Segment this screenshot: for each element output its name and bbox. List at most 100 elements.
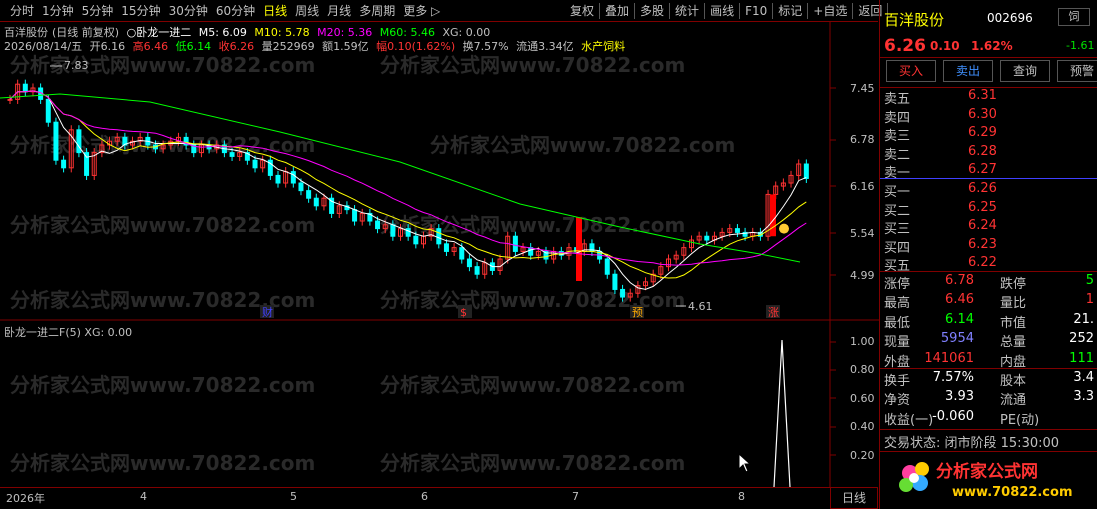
event-marker: $ xyxy=(460,306,467,319)
limit-up-candle xyxy=(770,194,776,237)
subchart-title: 卧龙一进二F(5) XG: 0.00 xyxy=(4,326,133,339)
stat-value: 141061 xyxy=(924,350,974,366)
period-3[interactable]: 15分钟 xyxy=(117,3,164,19)
period-7[interactable]: 周线 xyxy=(291,3,323,19)
action-button-0[interactable]: 买入 xyxy=(886,60,936,82)
candle xyxy=(528,247,534,256)
candle xyxy=(512,235,518,252)
order-level-label: 卖四 xyxy=(884,110,911,126)
candle xyxy=(298,182,304,192)
stat-value: 3.93 xyxy=(945,389,974,405)
stat-value: 6.46 xyxy=(945,292,974,308)
order-level-price: 6.31 xyxy=(968,88,997,103)
tool-6[interactable]: 标记 xyxy=(773,3,809,19)
month-label: 5 xyxy=(290,490,297,503)
period-8[interactable]: 月线 xyxy=(323,3,355,19)
quote-stat-row: 涨停 6.78 跌停 5 xyxy=(884,273,1094,292)
candle xyxy=(53,121,59,161)
candle xyxy=(620,288,626,298)
candle xyxy=(604,258,610,275)
stat-label: 跌停 xyxy=(1000,277,1027,292)
tool-7[interactable]: +自选 xyxy=(808,3,854,19)
order-level-label: 买四 xyxy=(884,240,911,256)
watermark-text: 分析家公式网www.70822.com xyxy=(380,53,685,77)
site-logo: 分析家公式网 www.70822.com xyxy=(890,455,1090,503)
signal-spike xyxy=(773,339,791,487)
quote-panel: 百洋股份 002696 饲 6.26 0.10 1.62% -1.61 买入 卖出… xyxy=(879,0,1097,509)
high-annotation: 7.83 xyxy=(64,59,89,72)
order-book-row: 买二 6.25 xyxy=(884,200,1090,219)
stat-label: 收益(一) xyxy=(884,412,934,428)
stat-label: 股本 xyxy=(1000,374,1027,389)
month-label: 8 xyxy=(738,490,745,503)
stat-value: 7.57% xyxy=(932,370,974,385)
stat-label: 换手 xyxy=(884,374,911,389)
order-level-price: 6.25 xyxy=(968,199,997,215)
industry-tab[interactable]: 饲 xyxy=(1058,8,1090,26)
stat-value: 3.3 xyxy=(1073,389,1094,405)
sub-tick: 1.00 xyxy=(850,335,875,348)
quote-stat-row: 外盘 141061 内盘 111 xyxy=(884,351,1094,370)
candle xyxy=(390,224,396,237)
tool-1[interactable]: 叠加 xyxy=(600,3,636,19)
stat-label: 外盘 xyxy=(884,354,911,370)
order-book-row: 卖二 6.28 xyxy=(884,144,1090,163)
stat-value: 5954 xyxy=(940,331,974,347)
sub-tick: 0.20 xyxy=(850,449,875,462)
stat-label: 现量 xyxy=(884,335,911,351)
tool-2[interactable]: 多股 xyxy=(635,3,671,19)
kline-chart[interactable]: 分析家公式网www.70822.com 分析家公式网www.70822.com 分析… xyxy=(0,22,879,487)
stat-value: 5 xyxy=(1085,273,1094,288)
watermark-text: 分析家公式网www.70822.com xyxy=(380,373,685,397)
quote-stat-row: 最高 6.46 量比 1 xyxy=(884,292,1094,311)
period-1[interactable]: 1分钟 xyxy=(38,3,78,19)
stat-label: 总量 xyxy=(1000,335,1027,351)
order-book-row: 卖三 6.29 xyxy=(884,125,1090,144)
stat-value: 6.78 xyxy=(945,273,974,288)
day-period-label[interactable]: 日线 xyxy=(830,487,878,509)
order-book-row: 买四 6.23 xyxy=(884,237,1090,256)
period-4[interactable]: 30分钟 xyxy=(165,3,212,19)
sub-tick: 0.40 xyxy=(850,420,875,433)
period-2[interactable]: 5分钟 xyxy=(78,3,118,19)
ma5-line xyxy=(9,90,807,290)
candle xyxy=(22,83,28,93)
svg-text:分析家公式网: 分析家公式网 xyxy=(936,461,1038,482)
price-tick: 4.99 xyxy=(850,269,875,282)
sub-tick: 0.60 xyxy=(850,392,875,405)
candle xyxy=(306,190,312,199)
stat-value: 21. xyxy=(1073,311,1094,327)
quote-stat-row: 净资 3.93 流通 3.3 xyxy=(884,389,1094,408)
tool-0[interactable]: 复权 xyxy=(565,3,601,19)
tool-4[interactable]: 画线 xyxy=(705,3,741,19)
tool-5[interactable]: F10 xyxy=(740,3,774,19)
price-tick: 6.16 xyxy=(850,180,875,193)
low-annotation: 4.61 xyxy=(688,300,713,313)
tool-3[interactable]: 统计 xyxy=(670,3,706,19)
stat-value: 252 xyxy=(1069,331,1094,347)
month-label: 2026年 xyxy=(6,492,45,505)
stat-label: 市值 xyxy=(1000,315,1027,331)
period-0[interactable]: 分时 xyxy=(6,3,38,19)
period-6[interactable]: 日线 xyxy=(259,3,291,19)
period-10[interactable]: 更多 ▷ xyxy=(399,3,444,19)
period-5[interactable]: 60分钟 xyxy=(212,3,259,19)
action-button-2[interactable]: 查询 xyxy=(1000,60,1050,82)
order-book-row: 买一 6.26 xyxy=(884,181,1090,200)
action-button-1[interactable]: 卖出 xyxy=(943,60,993,82)
time-axis: 2026年 4 5 6 7 8 xyxy=(0,487,830,509)
price-change: 0.10 xyxy=(930,39,960,53)
period-9[interactable]: 多周期 xyxy=(355,3,399,19)
price-tick: 6.78 xyxy=(850,133,875,146)
quote-stock-code: 002696 xyxy=(987,11,1033,25)
order-book-row: 卖五 6.31 xyxy=(884,88,1090,107)
stat-label: 流通 xyxy=(1000,393,1027,409)
stat-label: 量比 xyxy=(1000,296,1027,312)
candle xyxy=(704,235,710,241)
candle xyxy=(459,247,465,260)
candle xyxy=(803,163,809,179)
action-button-3[interactable]: 预警 xyxy=(1057,60,1097,82)
mouse-cursor-icon xyxy=(738,452,752,476)
ma10-line xyxy=(9,90,807,279)
order-level-price: 6.26 xyxy=(968,181,997,196)
